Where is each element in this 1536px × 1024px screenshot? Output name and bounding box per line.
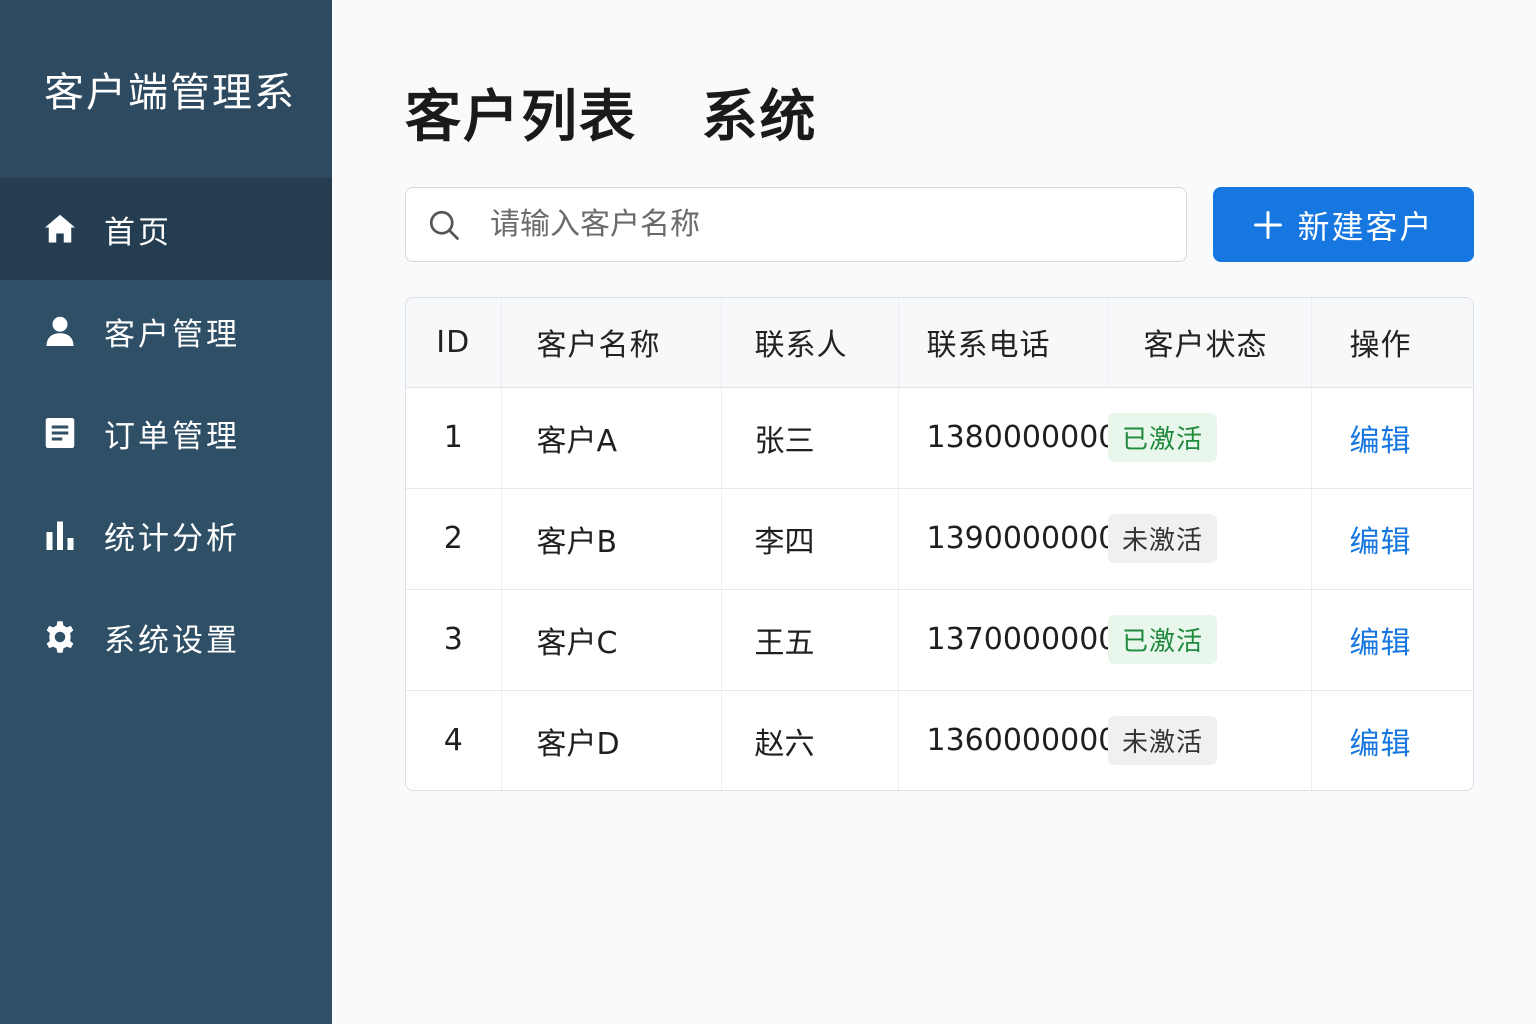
cell-name: 客户D [501,690,722,790]
gear-icon [42,619,78,655]
bar-chart-icon [42,517,78,553]
edit-link[interactable]: 编辑 [1350,727,1412,762]
sidebar-item-customers[interactable]: 客户管理 [0,280,332,382]
sidebar-nav: 首页 客户管理 订单管理 统计分析 系统设置 [0,178,332,688]
document-icon [42,415,78,451]
add-customer-button[interactable]: 新建客户 [1213,187,1474,262]
cell-status: 已激活 [1108,589,1312,691]
status-badge: 未激活 [1108,716,1218,766]
column-header-id[interactable]: ID [406,298,502,388]
cell-phone: 13600000000 [926,723,1137,759]
edit-link[interactable]: 编辑 [1350,525,1412,560]
cell-name: 客户A [501,387,722,489]
cell-status: 未激活 [1108,488,1312,590]
search-icon [426,207,462,243]
cell-id: 4 [406,690,502,790]
cell-id: 2 [406,488,502,590]
table-row: 3 客户C 王五 13700000000 已激活 编辑 [406,589,1473,691]
cell-contact: 王五 [721,589,899,691]
main-content: 客户列表 系统 新建客户 ID 客户名称 [332,0,1536,1024]
sidebar-item-label: 系统设置 [104,622,240,659]
cell-phone: 13900000000 [898,488,1136,590]
table-row: 1 客户A 张三 13800000000 已激活 编辑 [406,387,1473,489]
edit-link[interactable]: 编辑 [1350,626,1412,661]
cell-contact: 李四 [721,488,899,590]
cell-name: 客户B [501,488,722,590]
cell-id: 1 [406,387,502,489]
cell-contact: 张三 [721,387,899,489]
cell-status: 已激活 [1108,387,1312,489]
edit-link[interactable]: 编辑 [1350,424,1412,459]
table-row: 4 客户D 赵六 13600000000 未激活 编辑 [406,690,1473,790]
cell-name: 客户C [501,589,722,691]
column-header-name[interactable]: 客户名称 [501,298,722,388]
search-box[interactable] [405,187,1187,262]
cell-contact: 赵六 [721,690,899,790]
cell-actions: 编辑 [1311,488,1473,590]
column-header-actions: 操作 [1311,298,1473,388]
status-badge: 未激活 [1108,514,1218,563]
sidebar-item-settings[interactable]: 系统设置 [0,586,332,688]
cell-actions: 编辑 [1311,387,1473,489]
search-input[interactable] [490,188,1186,261]
user-icon [42,313,78,349]
status-badge: 已激活 [1108,615,1218,664]
sidebar-item-label: 首页 [104,214,172,251]
column-header-contact[interactable]: 联系人 [721,298,899,388]
cell-status: 未激活 [1108,690,1312,790]
page-title: 客户列表 系统 [405,85,818,150]
table-header-row: ID 客户名称 联系人 联系电话 客户状态 操作 [406,298,1473,388]
column-header-status[interactable]: 客户状态 [1108,298,1312,388]
customer-table: ID 客户名称 联系人 联系电话 客户状态 操作 1 客户A 张三 138000… [405,297,1474,791]
sidebar-item-label: 统计分析 [104,520,240,557]
status-badge: 已激活 [1108,413,1218,462]
cell-phone: 13800000000 [898,387,1136,489]
plus-icon [1253,210,1283,240]
sidebar-item-label: 客户管理 [104,316,240,353]
cell-id: 3 [406,589,502,691]
cell-actions: 编辑 [1311,690,1473,790]
cell-phone: 13700000000 [898,589,1136,691]
sidebar-item-home[interactable]: 首页 [0,178,332,280]
sidebar-item-orders[interactable]: 订单管理 [0,382,332,484]
sidebar: 客户端管理系 首页 客户管理 订单管理 统计分析 系统设置 [0,0,332,1024]
home-icon [42,211,78,247]
brand-title: 客户端管理系 [0,0,332,178]
add-button-label: 新建客户 [1297,207,1434,246]
sidebar-item-statistics[interactable]: 统计分析 [0,484,332,586]
cell-actions: 编辑 [1311,589,1473,691]
column-header-phone[interactable]: 联系电话 [898,298,1109,388]
app-root: 客户端管理系 首页 客户管理 订单管理 统计分析 系统设置 客户列表 系统 请输… [0,0,1536,1024]
sidebar-item-label: 订单管理 [104,418,240,455]
table-row: 2 客户B 李四 13900000000 未激活 编辑 [406,488,1473,590]
